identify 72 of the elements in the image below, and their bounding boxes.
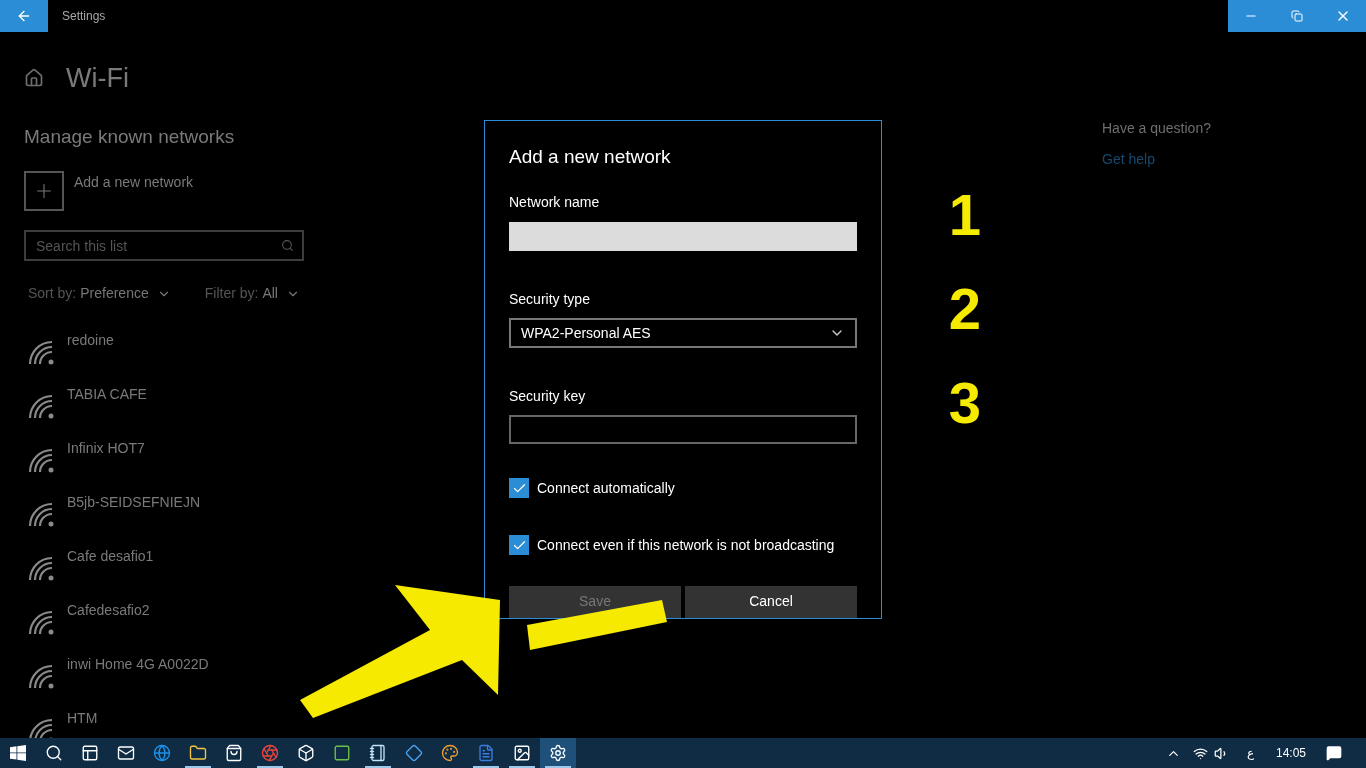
network-name[interactable]: HTM: [67, 708, 98, 729]
back-button[interactable]: [0, 0, 48, 32]
wifi-signal-icon: [27, 339, 55, 365]
aperture-icon: [261, 744, 279, 762]
field-label: Security key: [509, 386, 587, 406]
network-name[interactable]: inwi Home 4G A0022D: [67, 654, 209, 675]
task-view-icon: [81, 744, 99, 762]
add-network-button[interactable]: [24, 171, 64, 211]
open-indicator: [545, 766, 571, 768]
back-arrow-icon: [16, 8, 32, 24]
search-icon: [45, 744, 63, 762]
gear-icon: [549, 744, 567, 762]
wifi-signal-icon: [27, 609, 55, 635]
network-name[interactable]: Cafedesafio2: [67, 600, 150, 621]
network-name[interactable]: TABIA CAFE: [67, 384, 147, 405]
square-icon: [333, 744, 351, 762]
help-question: Have a question?: [1102, 119, 1211, 138]
palette-icon: [441, 744, 459, 762]
taskbar-button[interactable]: [540, 738, 576, 768]
open-indicator: [257, 766, 283, 768]
wifi-signal-icon: [27, 393, 55, 419]
add-network-link[interactable]: Add a new network: [74, 172, 194, 193]
network-name[interactable]: Infinix HOT7: [67, 438, 145, 459]
input-field[interactable]: [509, 221, 857, 252]
checkbox[interactable]: [509, 535, 529, 556]
open-indicator: [473, 766, 499, 768]
page-title: Wi-Fi: [66, 62, 129, 95]
cube-icon: [297, 744, 315, 762]
document-icon: [477, 744, 495, 762]
windows-logo-icon: [10, 745, 26, 761]
sort-dropdown[interactable]: Sort by: Preference: [28, 283, 171, 304]
restore-icon: [1291, 10, 1303, 22]
notification-icon[interactable]: [1326, 745, 1342, 761]
checkbox[interactable]: [509, 478, 529, 499]
field-label: Security type: [509, 290, 591, 310]
envelope-icon: [117, 744, 135, 762]
search-icon: [281, 239, 294, 252]
field-label: Network name: [509, 192, 601, 212]
picture-icon: [513, 744, 531, 762]
wifi-signal-icon: [27, 717, 55, 738]
wifi-icon[interactable]: [1192, 745, 1208, 761]
window-title: Settings: [62, 8, 106, 24]
annotation-number: 3: [948, 370, 982, 436]
network-name[interactable]: redoine: [67, 330, 114, 351]
wifi-signal-icon: [27, 501, 55, 527]
shopping-bag-icon: [225, 744, 243, 762]
open-indicator: [509, 766, 535, 768]
dialog-button[interactable]: Cancel: [685, 586, 857, 618]
home-icon[interactable]: [24, 68, 44, 89]
dropdown[interactable]: WPA2-Personal AES: [509, 318, 857, 348]
checkbox-label: Connect even if this network is not broadcasting: [537, 536, 835, 555]
checkbox-label: Connect automatically: [537, 479, 675, 498]
input-field[interactable]: [509, 414, 857, 444]
annotation-number: 1: [948, 182, 982, 248]
annotation-number: 2: [948, 276, 982, 342]
dialog-title: Add a new network: [509, 145, 672, 169]
language-indicator[interactable]: ع: [1246, 744, 1254, 762]
clock[interactable]: 14:05: [1275, 744, 1306, 762]
section-heading: Manage known networks: [24, 124, 236, 149]
network-name[interactable]: B5jb-SEIDSEFNIEJN: [67, 492, 201, 513]
wifi-signal-icon: [27, 447, 55, 473]
folder-icon: [189, 744, 207, 762]
open-indicator: [185, 766, 211, 768]
globe-icon: [153, 744, 171, 762]
wifi-signal-icon: [27, 663, 55, 689]
filter-dropdown[interactable]: Filter by: All: [204, 283, 300, 304]
diamond-icon: [405, 744, 423, 762]
network-name[interactable]: Cafe desafio1: [67, 546, 154, 567]
search-field[interactable]: Search this list: [24, 230, 304, 261]
wifi-signal-icon: [27, 555, 55, 581]
notebook-icon: [369, 744, 387, 762]
open-indicator: [365, 766, 391, 768]
